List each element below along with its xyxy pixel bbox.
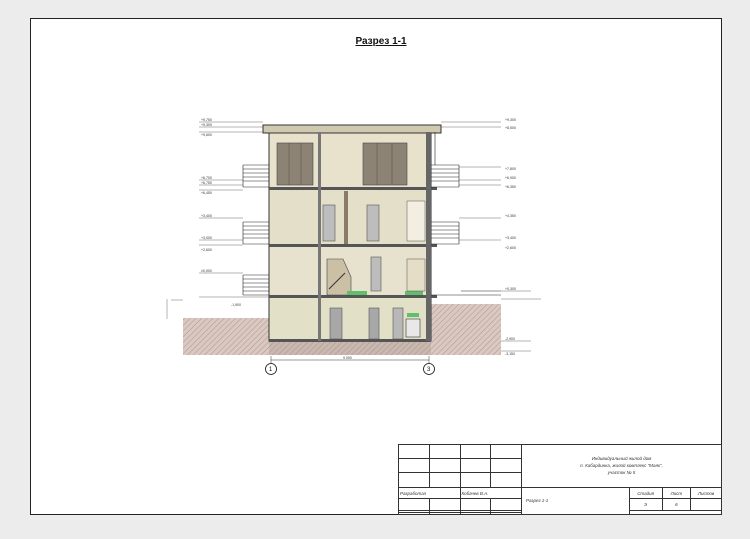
level-left-9: ±0,000 [201, 269, 212, 273]
door-6 [392, 307, 404, 340]
balcony-right-middle [431, 221, 460, 245]
roof-slab [262, 124, 442, 134]
first-floor [268, 188, 432, 247]
level-right-5: +4,350 [505, 214, 516, 218]
project-line-3: участок № 5 [607, 470, 636, 476]
interior-wall-a [318, 132, 321, 341]
level-left-6: +3,400 [201, 214, 212, 218]
balcony-left-middle [242, 221, 269, 245]
slab-2 [269, 244, 437, 247]
level-right-8: +0,300 [505, 287, 516, 291]
door-2 [366, 204, 380, 242]
window-ground-floor [406, 258, 426, 292]
level-left-10: -1,900 [231, 303, 241, 307]
level-left-7: +3,000 [201, 236, 212, 240]
level-right-3: +6,900 [505, 176, 516, 180]
utility-box [405, 318, 421, 338]
shutter-window-right [362, 142, 408, 186]
level-right-10: -3,150 [505, 352, 515, 356]
role-name: Кобачев В.А. [459, 486, 522, 500]
col-sheet: Лист [661, 486, 692, 500]
drawing-sheet: Разрез 1-1 +9,750 +9,300 +9,600 +6,700 +… [30, 18, 723, 516]
level-right-4: +6,350 [505, 185, 516, 189]
slab-3 [269, 187, 437, 190]
level-left-2: +9,600 [201, 133, 212, 137]
level-right-1: +8,500 [505, 126, 516, 130]
balcony-left-lower [242, 274, 269, 296]
terrace-right [431, 290, 501, 296]
slab-0 [269, 339, 431, 342]
project-line-1: Индивидуальный жилой дом [591, 456, 652, 462]
window-first-floor [406, 200, 426, 242]
col-sheets: Листов [690, 486, 722, 500]
level-left-1: +9,300 [201, 123, 212, 127]
sheet-name: Разрез 1-1 [521, 486, 630, 516]
balcony-right-upper [431, 132, 460, 188]
val-stage: Э [628, 498, 663, 512]
green-accent-1 [347, 291, 367, 295]
level-right-7: +2,600 [505, 246, 516, 250]
level-left-8: +2,600 [201, 248, 212, 252]
level-left-0: +9,750 [201, 118, 212, 122]
shutter-window-left [276, 142, 314, 186]
exterior-wall-right [426, 132, 431, 341]
val-sheet: 6 [661, 498, 692, 512]
project-description: Индивидуальный жилой дом п. Кабардинка, … [521, 444, 722, 488]
level-left-3: +6,700 [201, 176, 212, 180]
title-block: Индивидуальный жилой дом п. Кабардинка, … [398, 443, 723, 516]
level-right-9: -2,900 [505, 337, 515, 341]
span-dimension: 9 000 [343, 356, 352, 360]
level-right-0: +9,300 [505, 118, 516, 122]
level-right-2: +7,800 [505, 167, 516, 171]
slab-1 [269, 295, 437, 298]
col-stage: Стадия [628, 486, 663, 500]
door-3 [370, 256, 382, 292]
val-sheets [690, 498, 722, 512]
green-accent-2 [405, 291, 423, 295]
balcony-left-upper [242, 164, 269, 188]
role-label: Разработал [398, 486, 461, 500]
level-right-6: +3,400 [505, 236, 516, 240]
door-5 [368, 307, 380, 340]
interior-wall-b [344, 191, 348, 244]
door-1 [322, 204, 336, 242]
door-4 [329, 307, 343, 340]
project-line-2: п. Кабардинка, жилой комплекс "Маяк", [580, 463, 663, 469]
level-left-4: +6,750 [201, 181, 212, 185]
section-drawing: +9,750 +9,300 +9,600 +6,700 +6,750 +6,45… [166, 118, 541, 375]
level-left-5: +6,450 [201, 191, 212, 195]
